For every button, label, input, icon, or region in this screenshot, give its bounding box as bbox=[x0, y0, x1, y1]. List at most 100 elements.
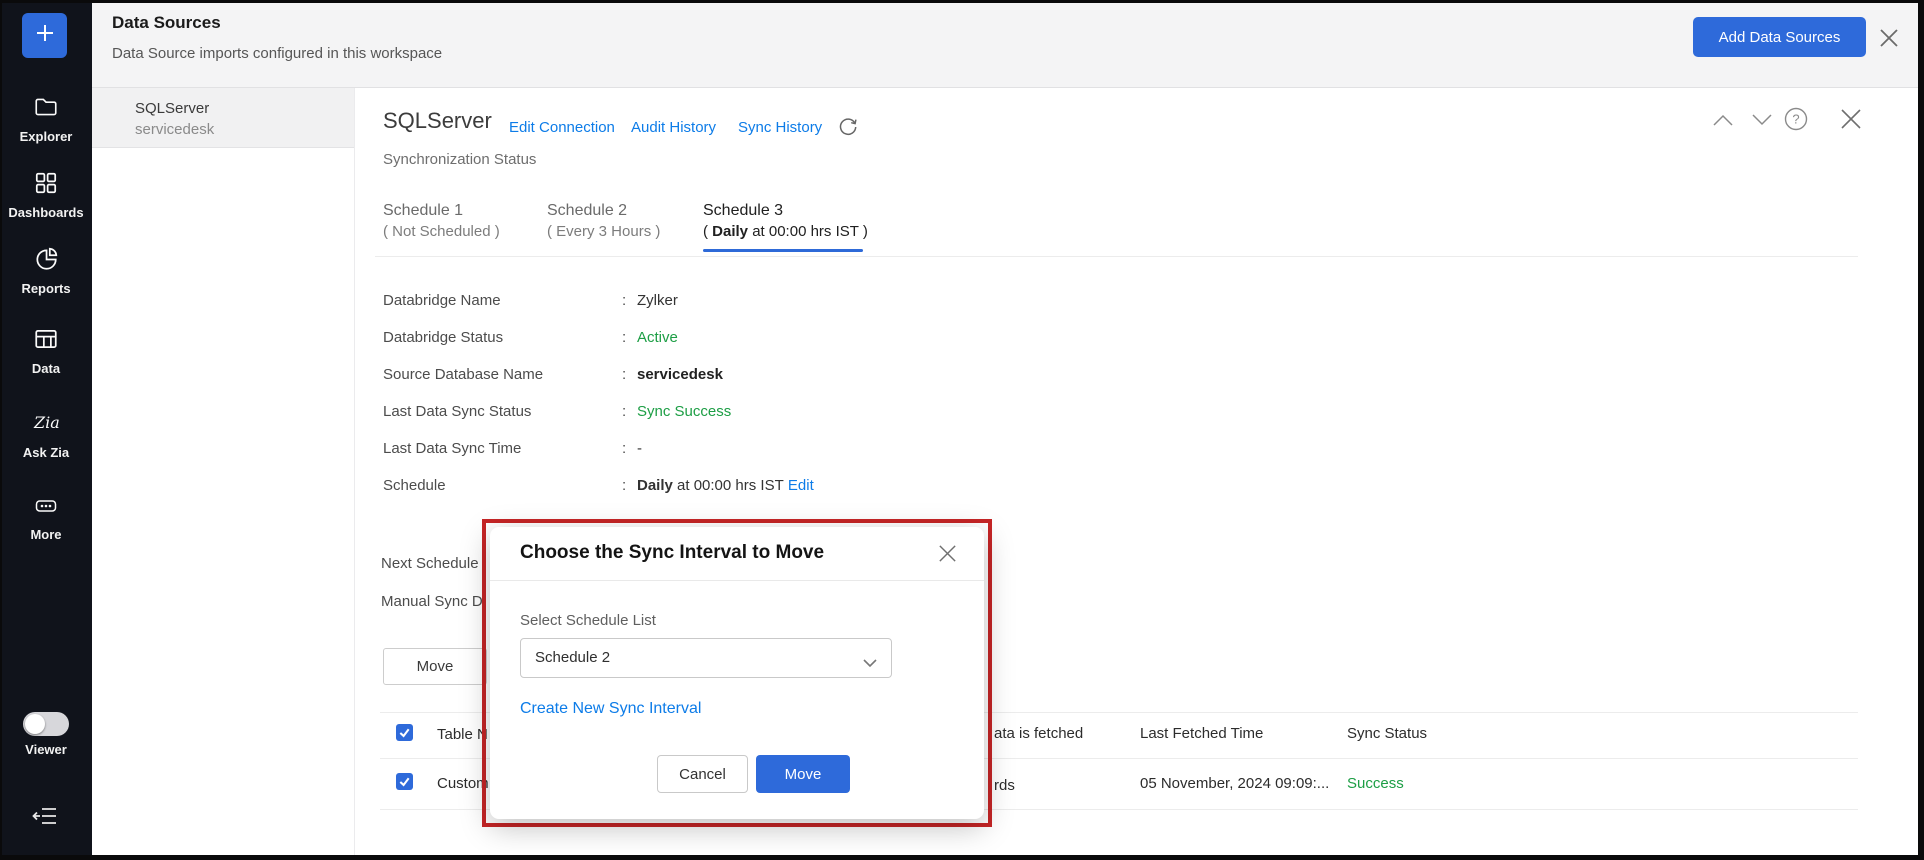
detail-value: Daily at 00:00 hrs IST Edit bbox=[637, 477, 814, 494]
modal-close-button[interactable] bbox=[937, 543, 958, 569]
page-title: Data Sources bbox=[112, 13, 221, 33]
detail-value: servicedesk bbox=[637, 366, 723, 383]
sidebar-item-reports[interactable]: Reports bbox=[0, 246, 92, 296]
chevron-down-icon bbox=[1751, 114, 1773, 131]
manual-sync-label: Manual Sync D bbox=[381, 593, 483, 610]
detail-label: Databridge Name bbox=[383, 292, 501, 309]
frame-border bbox=[1918, 0, 1924, 860]
panel-close-button[interactable] bbox=[1838, 106, 1864, 137]
collapse-sidebar-button[interactable] bbox=[31, 803, 61, 834]
close-icon bbox=[937, 551, 958, 568]
modal-title: Choose the Sync Interval to Move bbox=[520, 542, 824, 564]
detail-label: Schedule bbox=[383, 477, 446, 494]
sidebar-item-explorer[interactable]: Explorer bbox=[0, 94, 92, 144]
section-subtitle: Synchronization Status bbox=[383, 151, 536, 168]
data-source-database: servicedesk bbox=[135, 121, 214, 138]
refresh-icon bbox=[838, 124, 858, 141]
detail-value-status: Active bbox=[637, 329, 678, 346]
chevron-up-icon bbox=[1712, 114, 1734, 131]
sync-history-link[interactable]: Sync History bbox=[738, 119, 822, 136]
row-checkbox[interactable] bbox=[396, 773, 413, 790]
col-header-table-name: Table N bbox=[437, 726, 488, 743]
detail-value: Zylker bbox=[637, 292, 678, 309]
data-source-list-item-sqlserver[interactable]: SQLServer servicedesk bbox=[92, 88, 354, 148]
frame-border bbox=[0, 0, 2, 860]
tab-detail: ( Not Scheduled ) bbox=[383, 223, 500, 240]
schedule-select-dropdown[interactable]: Schedule 2 bbox=[520, 638, 892, 678]
sidebar-item-more[interactable]: More bbox=[0, 494, 92, 542]
modal-move-button[interactable]: Move bbox=[756, 755, 850, 793]
sidebar-item-label: Ask Zia bbox=[0, 445, 92, 460]
ellipsis-icon bbox=[33, 505, 59, 522]
prev-source-button[interactable] bbox=[1712, 113, 1734, 132]
tab-schedule-1[interactable]: Schedule 1 ( Not Scheduled ) bbox=[383, 202, 500, 240]
data-source-name: SQLServer bbox=[135, 100, 209, 117]
select-schedule-label: Select Schedule List bbox=[520, 612, 656, 629]
tab-name: Schedule 1 bbox=[383, 202, 463, 219]
sidebar-item-label: More bbox=[0, 527, 92, 542]
sidebar-item-ask-zia[interactable]: Zia Ask Zia bbox=[0, 410, 92, 460]
divider bbox=[375, 256, 1858, 257]
row-fetched: rds bbox=[994, 777, 1015, 794]
page-header: Data Sources Data Source imports configu… bbox=[92, 0, 1918, 88]
help-button[interactable]: ? bbox=[1784, 107, 1808, 136]
dashboard-grid-icon bbox=[33, 183, 59, 200]
viewer-toggle[interactable] bbox=[23, 712, 69, 736]
frame-border bbox=[0, 0, 1924, 3]
chevron-down-icon bbox=[863, 655, 877, 673]
app-window: Explorer Dashboards Reports Data Zia Ask bbox=[0, 0, 1924, 860]
detail-label: Source Database Name bbox=[383, 366, 543, 383]
table-icon bbox=[33, 339, 59, 356]
svg-text:Zia: Zia bbox=[33, 413, 60, 432]
sidebar-item-data[interactable]: Data bbox=[0, 326, 92, 376]
col-header-fetched: ata is fetched bbox=[994, 725, 1083, 742]
edit-schedule-link[interactable]: Edit bbox=[788, 477, 814, 494]
sync-interval-modal: Choose the Sync Interval to Move Select … bbox=[490, 527, 984, 819]
selected-schedule-value: Schedule 2 bbox=[535, 649, 610, 666]
tab-schedule-2[interactable]: Schedule 2 ( Every 3 Hours ) bbox=[547, 202, 660, 240]
sidebar: Explorer Dashboards Reports Data Zia Ask bbox=[0, 0, 92, 860]
move-tables-button[interactable]: Move bbox=[383, 648, 487, 685]
modal-cancel-button[interactable]: Cancel bbox=[657, 755, 748, 793]
detail-value: - bbox=[637, 440, 642, 457]
edit-connection-link[interactable]: Edit Connection bbox=[509, 119, 615, 136]
sidebar-item-dashboards[interactable]: Dashboards bbox=[0, 170, 92, 220]
close-icon bbox=[1838, 119, 1864, 136]
viewer-toggle-label: Viewer bbox=[0, 742, 92, 757]
frame-border bbox=[0, 855, 1924, 860]
col-header-last-fetched-time: Last Fetched Time bbox=[1140, 725, 1263, 742]
sidebar-item-label: Reports bbox=[0, 281, 92, 296]
tab-schedule-3[interactable]: Schedule 3 ( Daily at 00:00 hrs IST ) bbox=[703, 202, 868, 240]
pie-chart-icon bbox=[33, 259, 59, 276]
svg-text:?: ? bbox=[1792, 112, 1799, 127]
page-close-button[interactable] bbox=[1877, 26, 1901, 55]
detail-label: Last Data Sync Time bbox=[383, 440, 521, 457]
page-subtitle: Data Source imports configured in this w… bbox=[112, 45, 442, 62]
create-new-sync-interval-link[interactable]: Create New Sync Interval bbox=[520, 700, 701, 718]
tab-name: Schedule 2 bbox=[547, 202, 627, 219]
collapse-sidebar-icon bbox=[31, 816, 61, 833]
row-sync-status: Success bbox=[1347, 775, 1404, 792]
close-icon bbox=[1877, 37, 1901, 54]
audit-history-link[interactable]: Audit History bbox=[631, 119, 716, 136]
folder-icon bbox=[33, 107, 59, 124]
active-tab-indicator bbox=[703, 249, 863, 252]
zia-icon: Zia bbox=[31, 423, 61, 440]
detail-label: Last Data Sync Status bbox=[383, 403, 531, 420]
detail-value-status: Sync Success bbox=[637, 403, 731, 420]
sidebar-item-label: Dashboards bbox=[0, 205, 92, 220]
create-new-button[interactable] bbox=[22, 13, 67, 58]
row-last-fetched-time: 05 November, 2024 09:09:... bbox=[1140, 775, 1329, 792]
refresh-button[interactable] bbox=[838, 117, 858, 142]
next-source-button[interactable] bbox=[1751, 113, 1773, 132]
highlight-annotation-rectangle: Choose the Sync Interval to Move Select … bbox=[482, 519, 992, 827]
sidebar-item-label: Data bbox=[0, 361, 92, 376]
tab-name: Schedule 3 bbox=[703, 202, 783, 219]
sidebar-item-label: Explorer bbox=[0, 129, 92, 144]
add-data-sources-button[interactable]: Add Data Sources bbox=[1693, 17, 1866, 57]
select-all-checkbox[interactable] bbox=[396, 724, 413, 741]
detail-label: Databridge Status bbox=[383, 329, 503, 346]
tab-detail: ( Daily at 00:00 hrs IST ) bbox=[703, 223, 868, 240]
next-schedule-label: Next Schedule bbox=[381, 555, 479, 572]
col-header-sync-status: Sync Status bbox=[1347, 725, 1427, 742]
